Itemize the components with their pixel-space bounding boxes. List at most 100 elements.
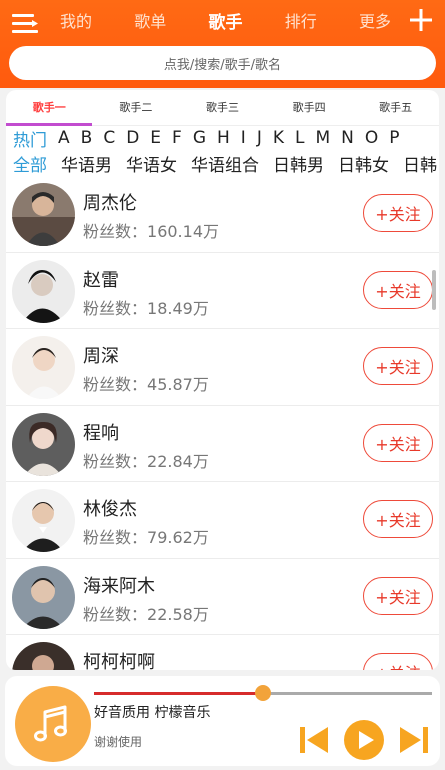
fans-value: 18.49万 — [147, 298, 209, 318]
search-input[interactable]: 点我/搜索/歌手/歌名 — [9, 46, 436, 80]
avatar — [12, 642, 75, 670]
fans-label: 粉丝数： — [83, 222, 148, 241]
alpha-filter-item[interactable]: J — [257, 128, 262, 148]
alpha-filter-item[interactable]: F — [172, 128, 182, 148]
alpha-filter-item[interactable]: H — [217, 128, 230, 148]
category-filter-item[interactable]: 日韩 — [403, 151, 437, 176]
singer-name: 周深 — [83, 346, 119, 367]
track-subtitle: 谢谢使用 — [94, 735, 143, 749]
fans-count: 粉丝数：22.58万 — [83, 601, 209, 625]
singer-name: 程响 — [83, 422, 119, 444]
avatar — [12, 259, 75, 323]
singer-name: 林俊杰 — [83, 499, 137, 520]
progress-fill — [94, 692, 263, 695]
alpha-filter-item[interactable]: N — [341, 128, 354, 148]
sub-tab-1[interactable]: 歌手一 — [6, 90, 93, 125]
category-filter-row: 全部 华语男 华语女 华语组合 日韩男 日韩女 日韩 — [6, 150, 439, 176]
category-filter-item[interactable]: 日韩女 — [338, 151, 389, 176]
list-item[interactable]: 海来阿木 粉丝数：22.58万 +关注 — [6, 559, 439, 635]
fans-value: 79.62万 — [147, 528, 209, 547]
tab-mine[interactable]: 我的 — [52, 8, 100, 32]
tab-more[interactable]: 更多 — [351, 8, 399, 32]
alpha-filter-item[interactable]: D — [126, 128, 139, 148]
singer-panel: 歌手一 歌手二 歌手三 歌手四 歌手五 热门 A B C D E F G H I… — [6, 90, 439, 670]
fans-count: 粉丝数：160.14万 — [83, 218, 219, 242]
list-item[interactable]: 赵雷 粉丝数：18.49万 +关注 — [6, 253, 439, 329]
search-placeholder: 点我/搜索/歌手/歌名 — [163, 57, 282, 73]
progress-bar[interactable] — [94, 685, 432, 701]
alpha-filter-item[interactable]: A — [58, 128, 70, 148]
sub-tab-2[interactable]: 歌手二 — [93, 90, 180, 125]
category-filter-all[interactable]: 全部 — [13, 151, 47, 176]
fans-value: 160.14万 — [147, 222, 220, 241]
follow-button[interactable]: +关注 — [363, 653, 433, 670]
album-disc[interactable] — [15, 686, 91, 762]
alpha-filter-item[interactable]: C — [103, 128, 115, 148]
follow-button[interactable]: +关注 — [363, 576, 433, 615]
singer-name: 赵雷 — [83, 269, 119, 291]
play-icon[interactable] — [343, 719, 385, 761]
list-item[interactable]: 柯柯柯啊 +关注 — [6, 635, 439, 670]
alpha-filter-item[interactable]: O — [365, 128, 378, 148]
fans-label: 粉丝数： — [83, 298, 148, 318]
singer-list[interactable]: 周杰伦 粉丝数：160.14万 +关注 赵雷 粉丝数：18.49万 +关注 周深… — [6, 176, 439, 670]
track-title: 好音质用 柠檬音乐 — [94, 705, 211, 721]
previous-icon[interactable] — [297, 723, 331, 757]
alpha-filter-item[interactable]: I — [241, 128, 246, 148]
alpha-filter-item[interactable]: K — [273, 128, 284, 148]
avatar — [12, 336, 75, 399]
alpha-filter-item[interactable]: M — [315, 128, 330, 148]
fans-label: 粉丝数： — [83, 528, 148, 547]
tab-ranking[interactable]: 排行 — [277, 8, 325, 32]
music-note-icon — [34, 705, 67, 742]
alpha-filter-item[interactable]: P — [389, 128, 399, 148]
follow-button[interactable]: +关注 — [363, 423, 433, 462]
progress-thumb[interactable] — [255, 685, 271, 701]
alpha-filter-hot[interactable]: 热门 — [13, 126, 47, 151]
plus-icon[interactable] — [407, 6, 435, 34]
sub-tab-3[interactable]: 歌手三 — [179, 90, 266, 125]
singer-sub-tabs: 歌手一 歌手二 歌手三 歌手四 歌手五 — [6, 90, 439, 126]
fans-label: 粉丝数： — [83, 604, 148, 624]
next-icon[interactable] — [397, 723, 431, 757]
fans-count: 粉丝数：79.62万 — [83, 524, 209, 548]
follow-button[interactable]: +关注 — [363, 270, 433, 309]
alpha-filter-item[interactable]: G — [193, 128, 206, 148]
tab-playlists[interactable]: 歌单 — [126, 8, 174, 32]
sub-tab-5[interactable]: 歌手五 — [352, 90, 439, 125]
app-root: 我的 歌单 歌手 排行 更多 点我/搜索/歌手/歌名 歌手一 歌手二 歌手三 歌… — [0, 0, 445, 770]
menu-icon[interactable] — [10, 10, 40, 38]
mini-player: 好音质用 柠檬音乐 谢谢使用 — [5, 676, 440, 766]
fans-label: 粉丝数： — [83, 375, 148, 394]
category-filter-item[interactable]: 日韩男 — [273, 151, 324, 176]
avatar — [12, 412, 75, 476]
fans-value: 22.84万 — [147, 451, 209, 471]
tab-singers[interactable]: 歌手 — [201, 8, 251, 33]
alpha-filter-item[interactable]: L — [295, 128, 304, 148]
list-scrollbar[interactable] — [432, 270, 436, 310]
avatar — [12, 489, 75, 552]
fans-count: 粉丝数：18.49万 — [83, 295, 209, 319]
header-bar: 我的 歌单 歌手 排行 更多 点我/搜索/歌手/歌名 — [0, 0, 445, 88]
sub-tab-4[interactable]: 歌手四 — [266, 90, 353, 125]
follow-button[interactable]: +关注 — [363, 500, 433, 538]
follow-button[interactable]: +关注 — [363, 347, 433, 385]
list-item[interactable]: 周杰伦 粉丝数：160.14万 +关注 — [6, 176, 439, 253]
category-filter-item[interactable]: 华语男 — [61, 151, 112, 176]
singer-name: 周杰伦 — [83, 193, 137, 214]
fans-value: 22.58万 — [147, 604, 209, 624]
fans-value: 45.87万 — [147, 375, 209, 394]
follow-button[interactable]: +关注 — [363, 194, 433, 232]
category-filter-item[interactable]: 华语组合 — [191, 151, 259, 176]
list-item[interactable]: 周深 粉丝数：45.87万 +关注 — [6, 329, 439, 406]
main-nav: 我的 歌单 歌手 排行 更多 — [52, 0, 399, 40]
alpha-filter-item[interactable]: E — [150, 128, 161, 148]
list-item[interactable]: 林俊杰 粉丝数：79.62万 +关注 — [6, 482, 439, 559]
alpha-filter-item[interactable]: B — [81, 128, 93, 148]
fans-label: 粉丝数： — [83, 451, 148, 471]
category-filter-item[interactable]: 华语女 — [126, 151, 177, 176]
avatar — [12, 565, 75, 629]
avatar — [12, 183, 75, 246]
list-item[interactable]: 程响 粉丝数：22.84万 +关注 — [6, 406, 439, 482]
fans-count: 粉丝数：45.87万 — [83, 371, 209, 395]
